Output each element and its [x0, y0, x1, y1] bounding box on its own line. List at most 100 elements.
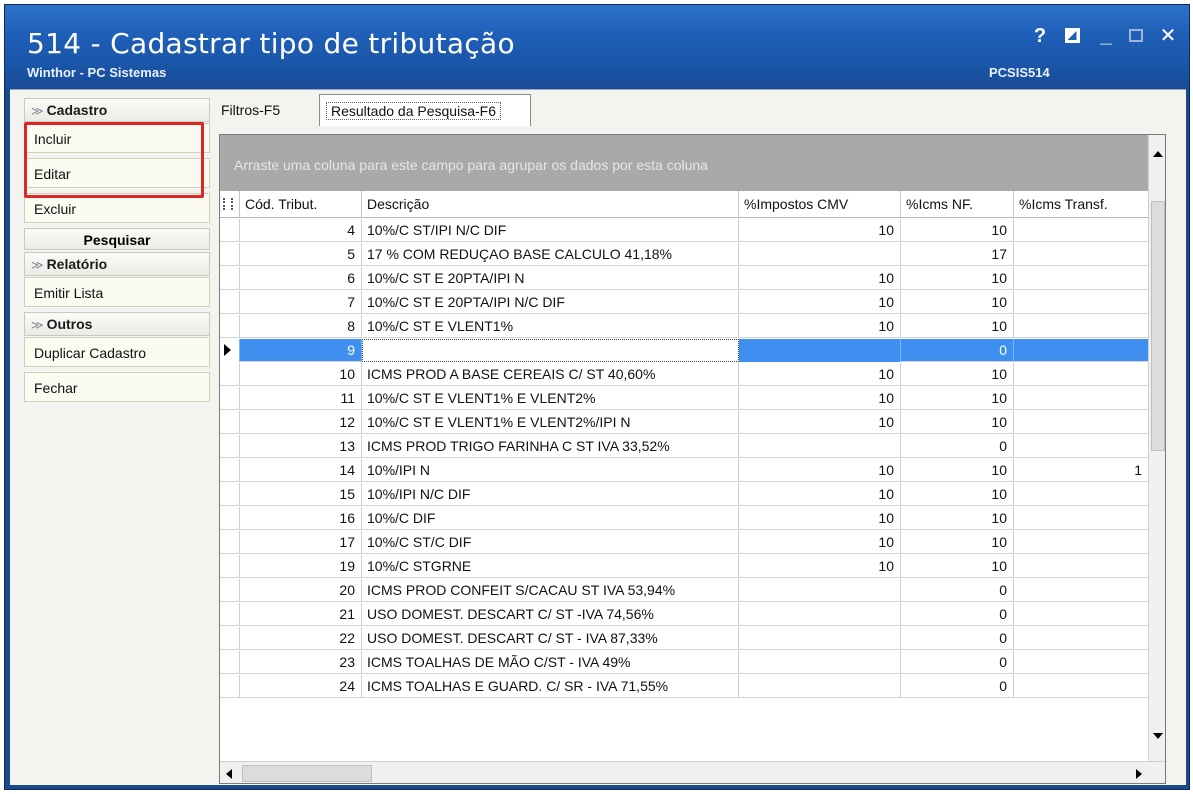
table-row[interactable]: 23 ICMS TOALHAS DE MÃO C/ST - IVA 49% 0: [220, 651, 1148, 674]
cell-impostos-cmv: 10: [739, 363, 901, 386]
table-row[interactable]: 24 ICMS TOALHAS E GUARD. C/ SR - IVA 71,5…: [220, 675, 1148, 698]
cell-cod: 11: [240, 387, 362, 410]
horizontal-scroll-thumb[interactable]: [242, 765, 372, 782]
cell-descricao: 10%/IPI N: [362, 459, 739, 482]
row-indicator[interactable]: [220, 219, 240, 242]
table-row[interactable]: 12 10%/C ST E VLENT1% E VLENT2%/IPI N 10 10: [220, 411, 1148, 434]
column-header-icms-nf[interactable]: %Icms NF.: [901, 191, 1014, 218]
table-row[interactable]: 16 10%/C DIF 10 10: [220, 507, 1148, 530]
cell-descricao: 10%/C DIF: [362, 507, 739, 530]
scroll-right-icon[interactable]: [1136, 769, 1142, 779]
row-indicator[interactable]: [220, 411, 240, 434]
scroll-up-icon[interactable]: [1153, 151, 1163, 157]
cell-icms-nf: 10: [901, 387, 1014, 410]
help-button[interactable]: ?: [1027, 23, 1053, 49]
vertical-scrollbar[interactable]: [1148, 135, 1165, 761]
row-indicator[interactable]: [220, 291, 240, 314]
vertical-scroll-thumb[interactable]: [1151, 201, 1165, 451]
group-header-cadastro[interactable]: ≫ Cadastro: [24, 98, 210, 122]
column-chooser-button[interactable]: [220, 191, 240, 218]
row-indicator[interactable]: [220, 387, 240, 410]
table-row[interactable]: 21 USO DOMEST. DESCART C/ ST -IVA 74,56% 0: [220, 603, 1148, 626]
app-window: 514 - Cadastrar tipo de tributação Winth…: [4, 4, 1190, 790]
row-indicator[interactable]: [220, 243, 240, 266]
excluir-button[interactable]: Excluir: [24, 193, 210, 223]
table-row[interactable]: 6 10%/C ST E 20PTA/IPI N 10 10: [220, 267, 1148, 290]
restore-button[interactable]: [1059, 23, 1085, 49]
group-header-outros[interactable]: ≫ Outros: [24, 312, 210, 336]
table-row[interactable]: 22 USO DOMEST. DESCART C/ ST - IVA 87,33%…: [220, 627, 1148, 650]
table-row[interactable]: 5 17 % COM REDUÇAO BASE CALCULO 41,18% 17: [220, 243, 1148, 266]
row-indicator[interactable]: [220, 435, 240, 458]
group-header-relatorio[interactable]: ≫ Relatório: [24, 252, 210, 276]
row-indicator[interactable]: [220, 603, 240, 626]
cell-cod: 23: [240, 651, 362, 674]
row-indicator[interactable]: [220, 507, 240, 530]
cell-cod: 9: [240, 339, 362, 362]
cell-descricao: ICMS PROD A BASE CEREAIS C/ ST 40,60%: [362, 363, 739, 386]
row-indicator[interactable]: [220, 579, 240, 602]
row-indicator[interactable]: [220, 459, 240, 482]
row-indicator[interactable]: [220, 651, 240, 674]
table-row[interactable]: 13 ICMS PROD TRIGO FARINHA C ST IVA 33,52…: [220, 435, 1148, 458]
row-indicator[interactable]: [220, 555, 240, 578]
cell-cod: 17: [240, 531, 362, 554]
duplicar-cadastro-button[interactable]: Duplicar Cadastro: [24, 337, 210, 367]
cell-cod: 5: [240, 243, 362, 266]
cell-impostos-cmv: [739, 651, 901, 674]
maximize-button[interactable]: [1123, 23, 1149, 49]
table-row[interactable]: 10 ICMS PROD A BASE CEREAIS C/ ST 40,60% 1…: [220, 363, 1148, 386]
incluir-button[interactable]: Incluir: [24, 123, 210, 153]
scroll-left-icon[interactable]: [226, 769, 232, 779]
table-row[interactable]: 15 10%/IPI N/C DIF 10 10: [220, 483, 1148, 506]
row-indicator[interactable]: [220, 315, 240, 338]
column-header-impostos-cmv[interactable]: %Impostos CMV: [739, 191, 901, 218]
horizontal-scrollbar[interactable]: [220, 761, 1165, 783]
column-header-cod[interactable]: Cód. Tribut.: [240, 191, 362, 218]
table-row[interactable]: 17 10%/C ST/C DIF 10 10: [220, 531, 1148, 554]
minimize-button[interactable]: _: [1093, 23, 1119, 49]
cell-impostos-cmv: 10: [739, 387, 901, 410]
fechar-button[interactable]: Fechar: [24, 372, 210, 402]
row-indicator[interactable]: [220, 339, 240, 362]
cell-impostos-cmv: [739, 603, 901, 626]
row-indicator[interactable]: [220, 267, 240, 290]
table-row[interactable]: 4 10%/C ST/IPI N/C DIF 10 10: [220, 219, 1148, 242]
tab-resultado[interactable]: Resultado da Pesquisa-F6: [319, 94, 531, 126]
cell-icms-nf: 10: [901, 315, 1014, 338]
table-row[interactable]: 8 10%/C ST E VLENT1% 10 10: [220, 315, 1148, 338]
table-row[interactable]: 90: [220, 339, 1148, 362]
cell-impostos-cmv: 10: [739, 411, 901, 434]
group-header-pesquisar[interactable]: Pesquisar: [24, 228, 210, 250]
cell-impostos-cmv: 10: [739, 291, 901, 314]
group-by-panel[interactable]: Arraste uma coluna para este campo para …: [220, 135, 1148, 191]
table-row[interactable]: 11 10%/C ST E VLENT1% E VLENT2% 10 10: [220, 387, 1148, 410]
cell-icms-nf: 0: [901, 435, 1014, 458]
row-indicator[interactable]: [220, 531, 240, 554]
cell-descricao: USO DOMEST. DESCART C/ ST -IVA 74,56%: [362, 603, 739, 626]
window-subtitle: Winthor - PC Sistemas: [27, 65, 167, 80]
emitir-lista-button[interactable]: Emitir Lista: [24, 277, 210, 307]
close-button[interactable]: ✕: [1155, 23, 1181, 49]
current-row-arrow-icon: [224, 344, 231, 356]
title-bar[interactable]: 514 - Cadastrar tipo de tributação Winth…: [5, 5, 1189, 89]
table-row[interactable]: 7 10%/C ST E 20PTA/IPI N/C DIF 10 10: [220, 291, 1148, 314]
table-row[interactable]: 19 10%/C STGRNE 10 10: [220, 555, 1148, 578]
table-row[interactable]: 20 ICMS PROD CONFEIT S/CACAU ST IVA 53,94…: [220, 579, 1148, 602]
editar-button[interactable]: Editar: [24, 158, 210, 188]
cell-icms-transf: [1014, 243, 1148, 266]
column-header-descricao[interactable]: Descrição: [362, 191, 739, 218]
cell-icms-transf: [1014, 435, 1148, 458]
row-indicator[interactable]: [220, 675, 240, 698]
column-header-icms-transf[interactable]: %Icms Transf.: [1014, 191, 1148, 218]
table-row[interactable]: 14 10%/IPI N 10 10 1: [220, 459, 1148, 482]
row-indicator[interactable]: [220, 483, 240, 506]
tab-filtros[interactable]: Filtros-F5: [215, 96, 311, 124]
cell-descricao: 10%/C ST E 20PTA/IPI N: [362, 267, 739, 290]
row-indicator[interactable]: [220, 627, 240, 650]
cell-icms-nf: 0: [901, 651, 1014, 674]
cell-icms-transf: [1014, 219, 1148, 242]
scroll-down-icon[interactable]: [1153, 733, 1163, 739]
column-chooser-icon: [223, 198, 233, 210]
row-indicator[interactable]: [220, 363, 240, 386]
